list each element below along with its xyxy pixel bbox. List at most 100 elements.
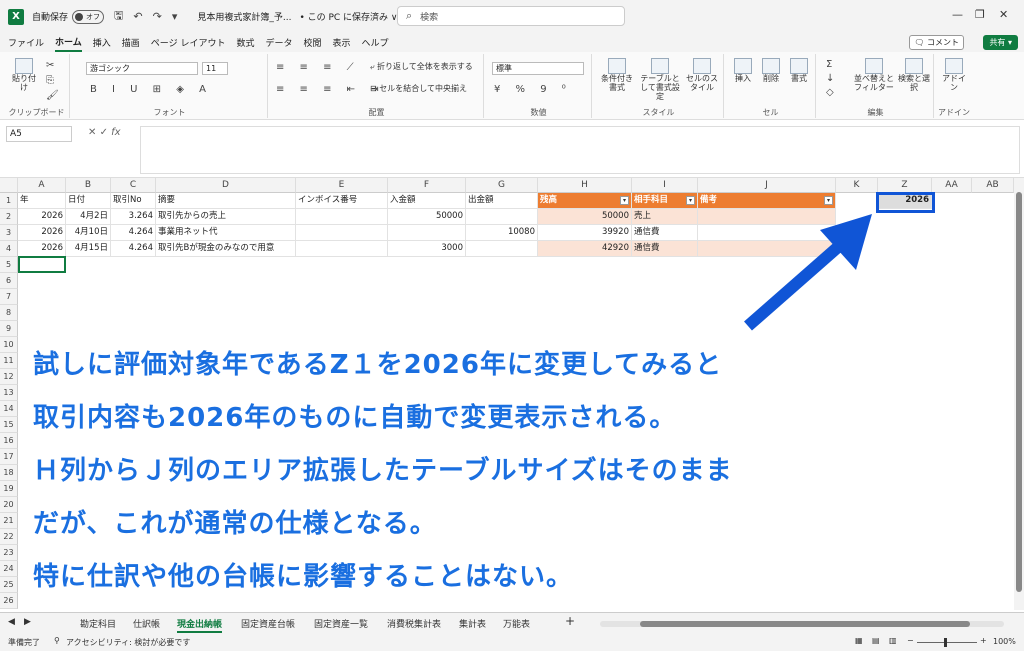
zoom-slider-knob[interactable] [944, 638, 947, 647]
sheet-tab-fixed-asset-ledger[interactable]: 固定資産台帳 [241, 617, 295, 630]
zoom-level[interactable]: 100% [993, 637, 1016, 646]
alignment-group: ≡ ≡ ≡ ⟋ ≡ ≡ ≡ ⇤ ⇥ ⤶ 折り返して全体を表示する ⊟ セルを結合… [270, 54, 484, 118]
sheet-tab-summary[interactable]: 集計表 [459, 617, 486, 630]
search-input[interactable]: ⌕ 検索 [397, 6, 625, 26]
sheet-tab-universal[interactable]: 万能表 [503, 617, 530, 630]
minimize-icon[interactable]: — [952, 8, 963, 21]
find-select-button[interactable]: 検索と選択 [898, 58, 930, 93]
sheet-tab-journal[interactable]: 仕訳帳 [133, 617, 160, 630]
delete-cells-icon [762, 58, 780, 74]
tab-formulas[interactable]: 数式 [236, 34, 254, 51]
merge-label: セルを結合して中央揃え [379, 84, 468, 93]
sheet-tab-accounts[interactable]: 勘定科目 [80, 617, 116, 630]
cell-style-button[interactable]: セルのスタイル [684, 58, 720, 93]
zoom-slider[interactable] [917, 642, 977, 643]
sort-filter-button[interactable]: 並べ替えとフィルター [852, 58, 896, 93]
editing-group: Σ ↓ ◇ 並べ替えとフィルター 検索と選択 編集 [818, 54, 934, 118]
number-format-select[interactable]: 標準 [492, 62, 584, 75]
merge-center-button[interactable]: ⊟ セルを結合して中央揃え [370, 84, 468, 94]
share-button[interactable]: 共有 ▾ [983, 35, 1018, 50]
tab-review[interactable]: 校閲 [304, 34, 322, 51]
cancel-icon[interactable]: ✕ [88, 127, 100, 138]
font-group: 游ゴシック 11 B I U ⊞ ◈ A フォント [72, 54, 268, 118]
save-icon[interactable]: 🖫 [114, 7, 123, 26]
tab-draw[interactable]: 描画 [122, 34, 140, 51]
comment-label: コメント [927, 38, 959, 47]
sheet-nav-prev-icon[interactable]: ◀ [8, 617, 15, 627]
wrap-label: 折り返して全体を表示する [377, 62, 473, 71]
styles-group: 条件付き書式 テーブルとして書式設定 セルのスタイル スタイル [594, 54, 724, 118]
autosum-icons[interactable]: Σ ↓ ◇ [826, 58, 840, 100]
vertical-scrollbar[interactable] [1014, 178, 1024, 610]
redo-icon[interactable]: ↷ [153, 10, 162, 23]
enter-icon[interactable]: ✓ [100, 127, 112, 138]
addins-label: アドイン [938, 108, 970, 117]
horizontal-scroll-thumb[interactable] [640, 621, 970, 627]
font-size-select[interactable]: 11 [202, 62, 228, 75]
annotation-line-5: 特に仕訳や他の台帳に影響することはない。 [33, 562, 574, 592]
conditional-format-button[interactable]: 条件付き書式 [598, 58, 636, 93]
comment-icon: 🗨 [914, 38, 927, 47]
font-format-icons[interactable]: B I U ⊞ ◈ A [90, 84, 212, 95]
horizontal-scrollbar[interactable] [600, 621, 1004, 627]
delete-cells-button[interactable]: 削除 [758, 58, 784, 84]
maximize-icon[interactable]: ❐ [975, 8, 985, 21]
document-title[interactable]: 見本用複式家計簿_予... [197, 10, 291, 23]
tab-file[interactable]: ファイル [8, 34, 44, 51]
autosave-state: オフ [86, 12, 101, 21]
zoom-out-icon[interactable]: − [907, 636, 914, 645]
customize-qat-icon[interactable]: ▾ [172, 10, 178, 23]
fx-icon[interactable]: ✕ ✓ fx [88, 127, 121, 138]
number-label: 数値 [530, 108, 547, 117]
addin-button[interactable]: アドイン [940, 58, 968, 93]
vertical-align-icons[interactable]: ≡ ≡ ≡ ⟋ [276, 62, 360, 73]
find-select-icon [905, 58, 923, 74]
save-status[interactable]: • この PC に保存済み ∨ [299, 10, 397, 23]
font-name-select[interactable]: 游ゴシック [86, 62, 198, 75]
sheet-tab-cashbook[interactable]: 現金出納帳 [177, 617, 223, 633]
formula-input[interactable] [140, 126, 1020, 174]
styles-label: スタイル [642, 108, 675, 117]
paste-button[interactable]: 貼り付け [10, 58, 38, 93]
table-format-button[interactable]: テーブルとして書式設定 [638, 58, 682, 101]
delete-label: 削除 [763, 74, 779, 83]
zoom-in-icon[interactable]: + [980, 636, 987, 645]
tab-help[interactable]: ヘルプ [362, 34, 389, 51]
tab-data[interactable]: データ [265, 34, 292, 51]
normal-view-icon[interactable]: ▦ [855, 636, 863, 645]
page-layout-view-icon[interactable]: ▤ [872, 636, 880, 645]
name-box[interactable]: A5 [6, 126, 72, 142]
tab-view[interactable]: 表示 [333, 34, 351, 51]
page-break-view-icon[interactable]: ▥ [889, 636, 897, 645]
accessibility-status[interactable]: アクセシビリティ: 検討が必要です [66, 637, 190, 648]
add-sheet-button[interactable]: + [565, 614, 575, 628]
undo-icon[interactable]: ↶ [133, 10, 142, 23]
sheet-tab-fixed-asset-list[interactable]: 固定資産一覧 [314, 617, 368, 630]
format-cells-button[interactable]: 書式 [786, 58, 812, 84]
sheet-tab-consumption-tax[interactable]: 消費税集計表 [387, 617, 441, 630]
horizontal-align-icons[interactable]: ≡ ≡ ≡ ⇤ ⇥ [276, 84, 385, 95]
paste-icon [15, 58, 33, 74]
wrap-text-button[interactable]: ⤶ 折り返して全体を表示する [370, 62, 473, 72]
format-cells-icon [790, 58, 808, 74]
autosave-toggle[interactable]: オフ [72, 9, 105, 24]
tab-page-layout[interactable]: ページ レイアウト [151, 34, 226, 51]
sort-filter-label: 並べ替えとフィルター [854, 74, 894, 92]
insert-cells-button[interactable]: 挿入 [730, 58, 756, 84]
close-icon[interactable]: ✕ [999, 8, 1008, 21]
cut-copy-icons[interactable]: ✂ ⎘ 🖌 [46, 58, 60, 103]
arrow-graphic [744, 214, 872, 331]
cells-group: 挿入 削除 書式 セル [726, 54, 816, 118]
ribbon-tabs: ファイル ホーム 挿入 描画 ページ レイアウト 数式 データ 校閲 表示 ヘル… [0, 33, 1024, 52]
vertical-scroll-thumb[interactable] [1016, 192, 1022, 592]
comment-button[interactable]: 🗨 コメント [909, 35, 964, 50]
sheet-nav-next-icon[interactable]: ▶ [24, 617, 31, 627]
annotation-line-1: 試しに評価対象年であるZ１を2026年に変更してみると [33, 350, 723, 380]
tab-insert[interactable]: 挿入 [93, 34, 111, 51]
insert-cells-icon [734, 58, 752, 74]
number-format-icons[interactable]: ¥ % 9 ⁰ [494, 84, 572, 95]
spreadsheet-grid[interactable]: A B C D E F G H I J K Z AA AB 1234567891… [0, 178, 1014, 610]
tab-home[interactable]: ホーム [55, 33, 82, 52]
cell-style-label: セルのスタイル [686, 74, 718, 92]
cells-label: セル [762, 108, 779, 117]
